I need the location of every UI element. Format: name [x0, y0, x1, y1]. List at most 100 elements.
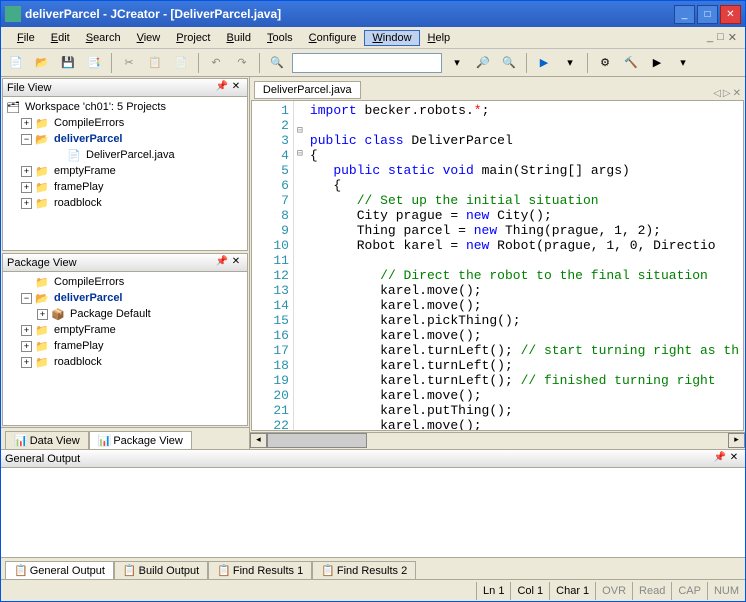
binoculars-icon[interactable]: 🔍 [266, 52, 288, 74]
tab-prev-icon[interactable]: ◁ [713, 88, 721, 99]
expand-icon[interactable]: + [21, 357, 32, 368]
tab-build-output[interactable]: 📋Build Output [114, 561, 208, 579]
expand-icon[interactable]: + [21, 166, 32, 177]
menu-configure[interactable]: Configure [301, 30, 365, 46]
expand-icon[interactable]: + [21, 118, 32, 129]
expand-icon[interactable]: + [21, 198, 32, 209]
expand-icon[interactable]: + [21, 325, 32, 336]
run-dropdown[interactable]: ▾ [559, 52, 581, 74]
menu-tools[interactable]: Tools [259, 30, 301, 46]
search-dropdown[interactable]: ▾ [446, 52, 468, 74]
tree-item[interactable]: +📁framePlay [5, 179, 245, 195]
expand-icon[interactable]: + [37, 309, 48, 320]
menu-window[interactable]: Window [364, 30, 419, 46]
close-panel-icon[interactable]: ✕ [727, 452, 741, 466]
tab-find-results-1[interactable]: 📋Find Results 1 [208, 561, 312, 579]
toolbar-dropdown[interactable]: ▾ [672, 52, 694, 74]
output-body[interactable] [1, 468, 745, 557]
folder-icon: 📂 [34, 291, 50, 305]
tree-item[interactable]: +📁emptyFrame [5, 163, 245, 179]
copy-button[interactable]: 📋 [144, 52, 166, 74]
fold-column[interactable]: ⊟ ⊟ [294, 101, 306, 430]
open-button[interactable]: 📂 [31, 52, 53, 74]
menu-help[interactable]: Help [420, 30, 459, 46]
tree-label: CompileErrors [52, 276, 126, 288]
search-input[interactable] [292, 53, 442, 73]
package-tree[interactable]: 📁CompileErrors−📂deliverParcel+📦Package D… [3, 272, 247, 425]
pin-icon[interactable]: 📌 [713, 452, 727, 466]
close-panel-icon[interactable]: ✕ [229, 256, 243, 270]
expand-icon[interactable]: + [21, 182, 32, 193]
scroll-left-button[interactable]: ◂ [250, 433, 267, 448]
pin-icon[interactable]: 📌 [215, 81, 229, 95]
code-content[interactable]: import becker.robots.*; public class Del… [306, 101, 743, 430]
close-panel-icon[interactable]: ✕ [229, 81, 243, 95]
tab-package-view[interactable]: 📊Package View [89, 431, 192, 449]
pin-icon[interactable]: 📌 [215, 256, 229, 270]
tab-general-output[interactable]: 📋General Output [5, 561, 114, 579]
file-view-title: File View [7, 82, 215, 94]
tab-data-view[interactable]: 📊Data View [5, 431, 89, 449]
expand-icon[interactable]: − [21, 134, 32, 145]
mdi-close-icon[interactable]: ✕ [728, 31, 737, 44]
expand-icon[interactable]: − [21, 293, 32, 304]
tree-item[interactable]: +📦Package Default [5, 306, 245, 322]
output-title: General Output [5, 453, 713, 465]
folder-icon: 📁 [34, 275, 50, 289]
menu-file[interactable]: File [9, 30, 43, 46]
tree-item[interactable]: −📂deliverParcel [5, 290, 245, 306]
tree-label: CompileErrors [52, 117, 126, 129]
tree-label: deliverParcel [52, 292, 125, 304]
cut-button[interactable]: ✂ [118, 52, 140, 74]
menu-edit[interactable]: Edit [43, 30, 78, 46]
scroll-right-button[interactable]: ▸ [728, 433, 745, 448]
tab-find-results-2[interactable]: 📋Find Results 2 [312, 561, 416, 579]
find-next-button[interactable]: 🔎 [472, 52, 494, 74]
folder-icon: 📂 [34, 132, 50, 146]
undo-button[interactable]: ↶ [205, 52, 227, 74]
tab-icon: 📋 [321, 564, 335, 577]
close-button[interactable]: ✕ [720, 5, 741, 24]
mdi-restore-icon[interactable]: □ [717, 31, 724, 44]
tree-item[interactable]: +📁roadblock [5, 354, 245, 370]
code-editor[interactable]: 1234567891011121314151617181920212223 ⊟ … [251, 100, 744, 431]
menu-build[interactable]: Build [219, 30, 259, 46]
tree-label: framePlay [52, 181, 106, 193]
tree-item[interactable]: +📁emptyFrame [5, 322, 245, 338]
app-icon [5, 6, 21, 22]
file-tree[interactable]: 🗂Workspace 'ch01': 5 Projects+📁CompileEr… [3, 97, 247, 250]
tree-item[interactable]: 📄DeliverParcel.java [5, 147, 245, 163]
save-button[interactable]: 💾 [57, 52, 79, 74]
tab-close-icon[interactable]: ✕ [733, 88, 741, 99]
tree-item[interactable]: 📁CompileErrors [5, 274, 245, 290]
compile-button[interactable]: ⚙ [594, 52, 616, 74]
save-all-button[interactable]: 📑 [83, 52, 105, 74]
execute-button[interactable]: ▶ [646, 52, 668, 74]
tree-label: roadblock [52, 197, 104, 209]
mdi-minimize-icon[interactable]: _ [707, 31, 713, 44]
redo-button[interactable]: ↷ [231, 52, 253, 74]
editor-tab[interactable]: DeliverParcel.java [254, 81, 361, 99]
tree-label: emptyFrame [52, 165, 118, 177]
minimize-button[interactable]: _ [674, 5, 695, 24]
tree-item[interactable]: +📁framePlay [5, 338, 245, 354]
tab-next-icon[interactable]: ▷ [723, 88, 731, 99]
status-cap: CAP [671, 582, 707, 600]
build-button[interactable]: 🔨 [620, 52, 642, 74]
menu-search[interactable]: Search [78, 30, 129, 46]
paste-button[interactable]: 📄 [170, 52, 192, 74]
run-button[interactable]: ▶ [533, 52, 555, 74]
horizontal-scrollbar[interactable]: ◂ ▸ [250, 432, 745, 449]
new-file-button[interactable]: 📄 [5, 52, 27, 74]
find-prev-button[interactable]: 🔍 [498, 52, 520, 74]
menu-project[interactable]: Project [168, 30, 218, 46]
maximize-button[interactable]: □ [697, 5, 718, 24]
tree-item[interactable]: +📁roadblock [5, 195, 245, 211]
expand-icon[interactable]: + [21, 341, 32, 352]
tree-label: roadblock [52, 356, 104, 368]
menu-view[interactable]: View [129, 30, 169, 46]
tree-item[interactable]: −📂deliverParcel [5, 131, 245, 147]
tree-item[interactable]: +📁CompileErrors [5, 115, 245, 131]
titlebar[interactable]: deliverParcel - JCreator - [DeliverParce… [1, 1, 745, 27]
scroll-thumb[interactable] [267, 433, 367, 448]
